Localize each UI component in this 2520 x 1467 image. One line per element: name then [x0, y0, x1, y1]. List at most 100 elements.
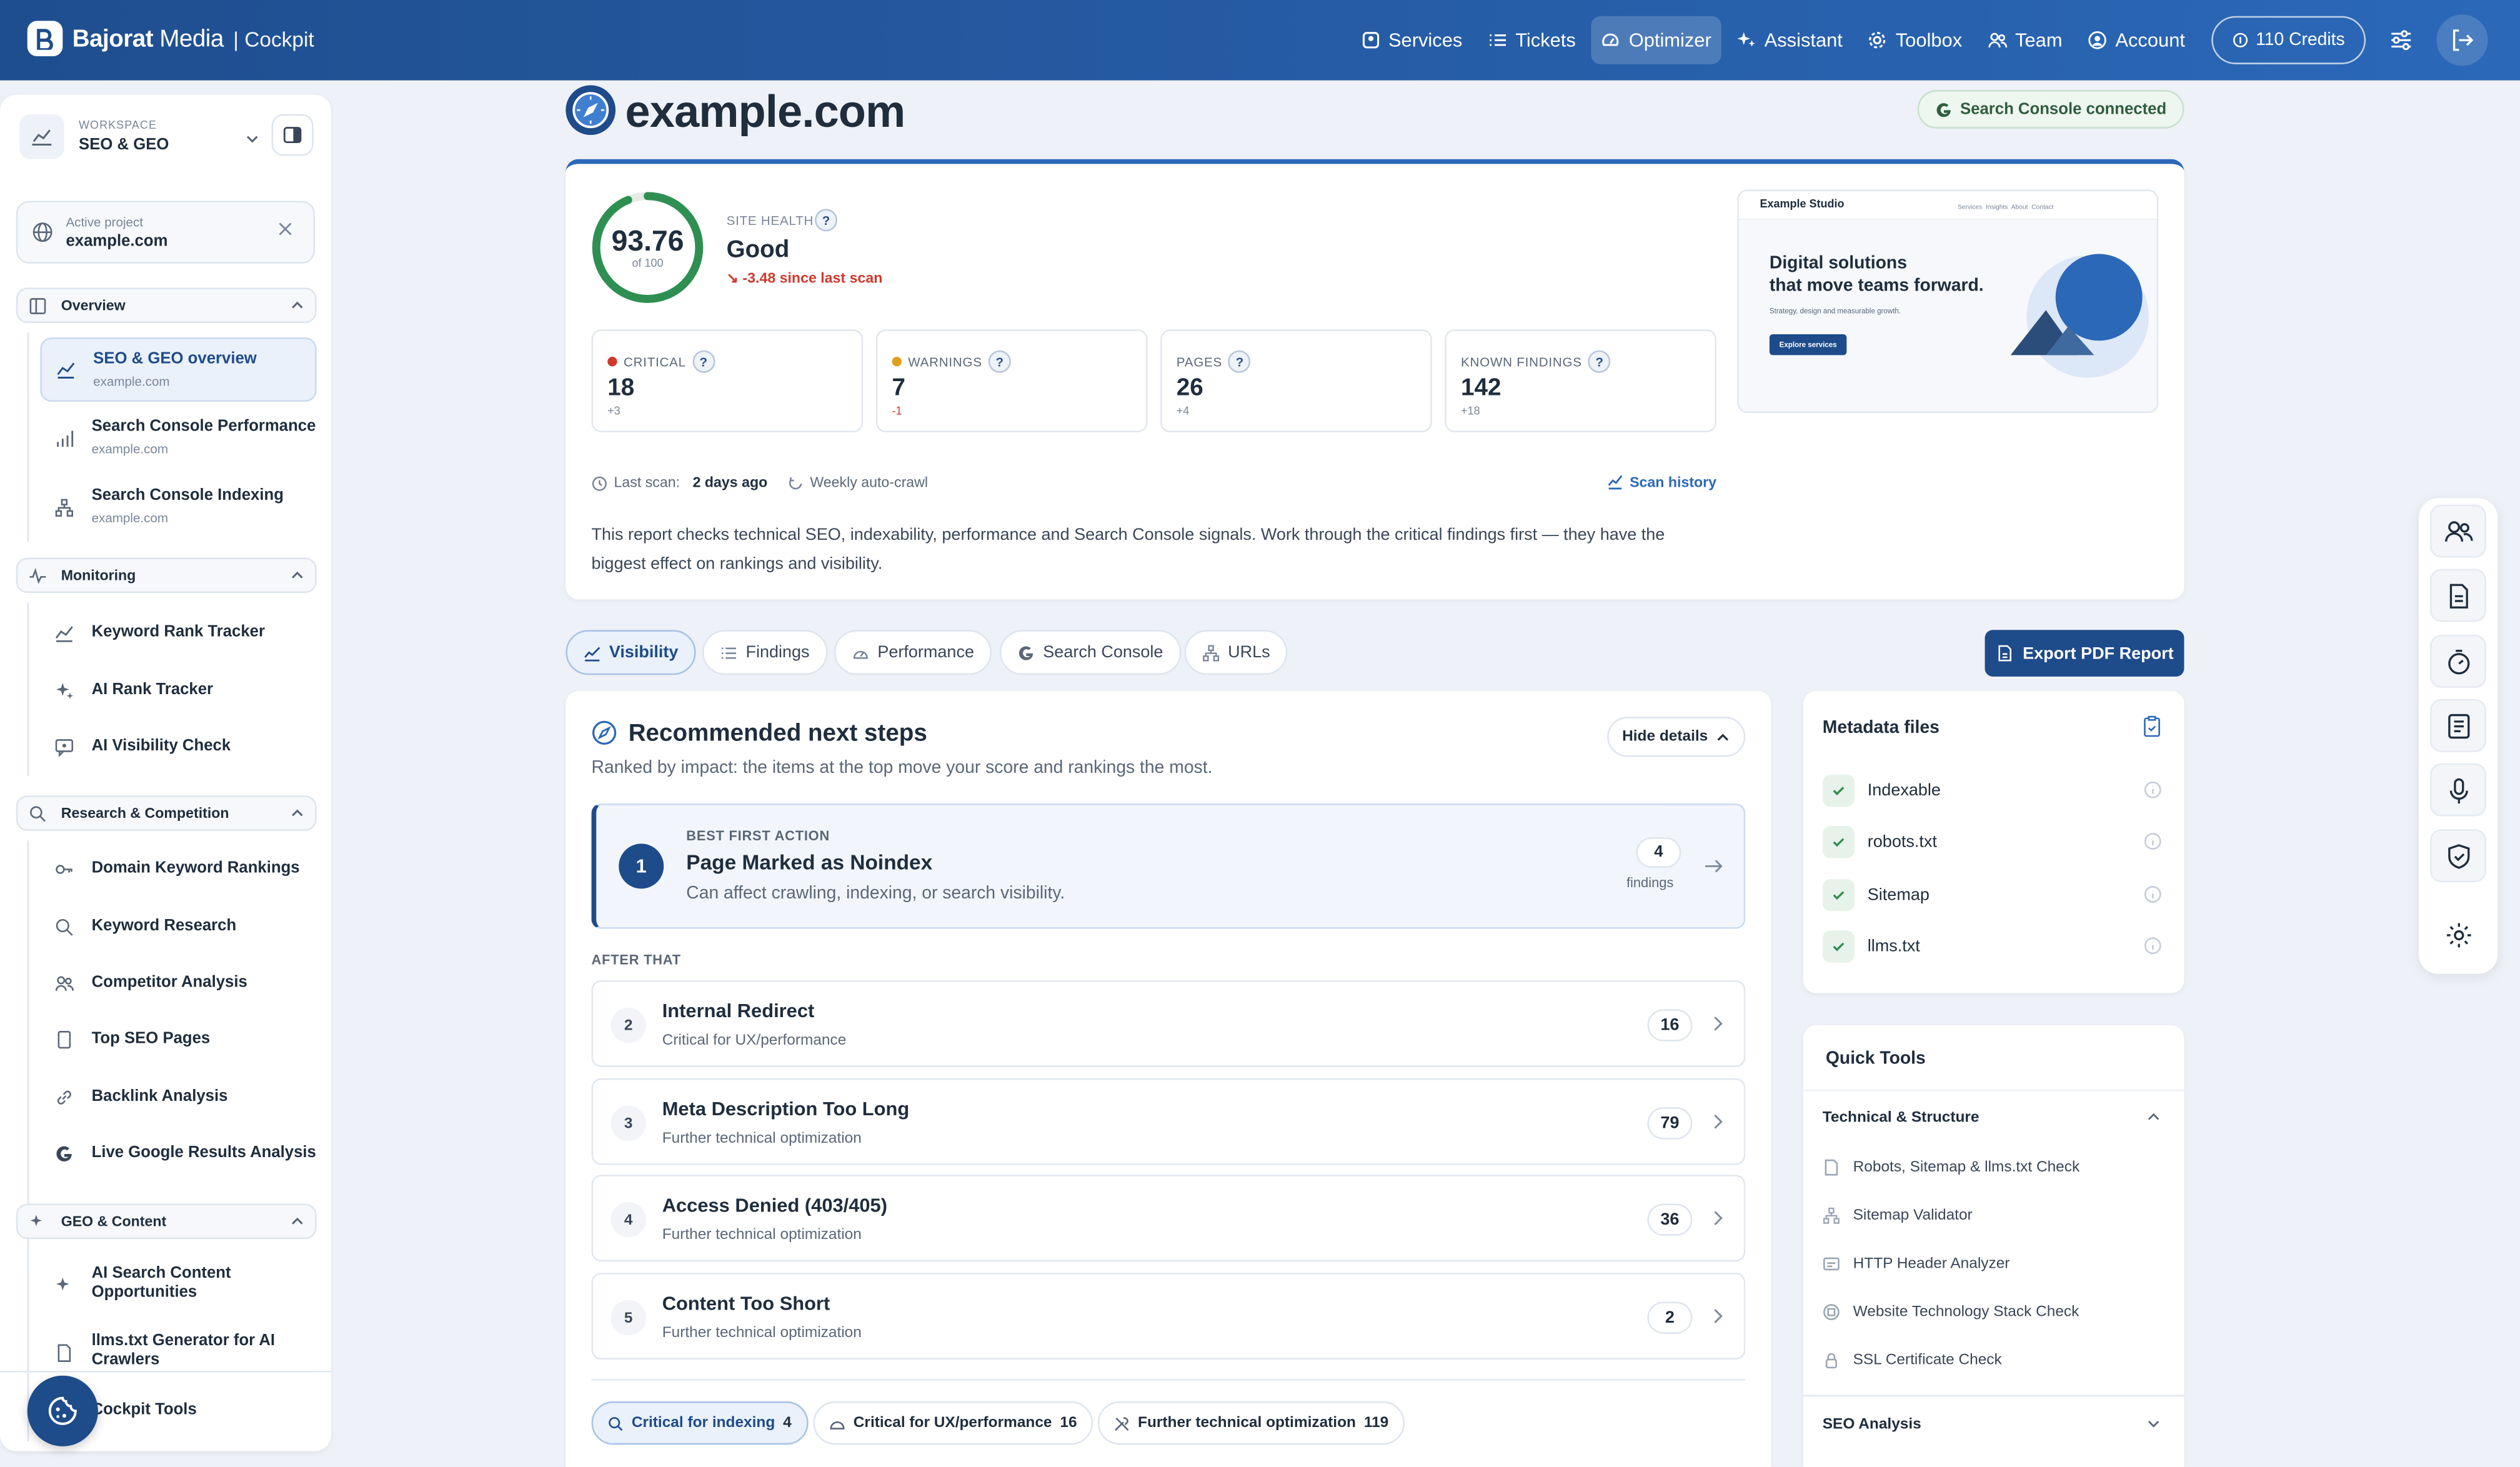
- nav-team[interactable]: Team: [1978, 16, 2072, 64]
- globe-icon: [32, 222, 52, 242]
- chevron-up-icon[interactable]: [2146, 1109, 2162, 1125]
- nav-services[interactable]: Services: [1352, 16, 1472, 64]
- tab-performance[interactable]: Performance: [834, 630, 992, 675]
- cookie-settings-button[interactable]: [27, 1375, 98, 1446]
- search-console-status[interactable]: Search Console connected: [1916, 90, 2184, 129]
- sliders-icon: [2391, 30, 2411, 51]
- stat-warnings[interactable]: WARNINGS? 7 -1: [875, 329, 1148, 432]
- brand-name: Bajorat Media: [72, 24, 224, 52]
- chevron-down-icon[interactable]: [244, 130, 261, 146]
- finding-row[interactable]: 4 Access Denied (403/405) Further techni…: [591, 1175, 1746, 1262]
- sidebar-item-llms-generator[interactable]: llms.txt Generator for AI Crawlers: [40, 1331, 316, 1376]
- sidebar-item-ai-rank-tracker[interactable]: AI Rank Tracker: [40, 674, 316, 709]
- settings-sliders-button[interactable]: [2376, 14, 2427, 66]
- tool-sitemap-validator[interactable]: Sitemap Validator: [1823, 1204, 1973, 1226]
- export-pdf-button[interactable]: Export PDF Report: [1985, 630, 2184, 677]
- section-geo-content[interactable]: GEO & Content: [16, 1203, 317, 1240]
- sidebar-item-keyword-research[interactable]: Keyword Research: [40, 910, 316, 945]
- section-monitoring[interactable]: Monitoring: [16, 557, 317, 594]
- filter-chip-indexing[interactable]: Critical for indexing 4: [591, 1401, 808, 1445]
- finding-row[interactable]: 5 Content Too Short Further technical op…: [591, 1273, 1746, 1360]
- nav-tickets[interactable]: Tickets: [1478, 16, 1585, 64]
- best-first-action[interactable]: 1 BEST FIRST ACTION Page Marked as Noind…: [591, 803, 1746, 929]
- trend-icon: [54, 624, 74, 643]
- info-icon[interactable]: [2144, 781, 2161, 798]
- tool-http-header[interactable]: HTTP Header Analyzer: [1823, 1252, 2010, 1275]
- help-icon[interactable]: ?: [692, 350, 715, 373]
- bar-chart-icon: [54, 429, 74, 449]
- brand-logo[interactable]: Bajorat Media | Cockpit: [27, 21, 314, 57]
- dock-microphone-button[interactable]: [2430, 763, 2487, 817]
- nav-assistant[interactable]: Assistant: [1727, 16, 1852, 64]
- panel-icon: [283, 127, 302, 144]
- dock-settings-button[interactable]: [2430, 908, 2487, 962]
- sidebar-item-keyword-rank-tracker[interactable]: Keyword Rank Tracker: [40, 615, 316, 651]
- tab-visibility[interactable]: Visibility: [565, 630, 696, 675]
- quick-tools-section-technical[interactable]: Technical & Structure: [1823, 1109, 1980, 1126]
- filter-chip-ux-performance[interactable]: Critical for UX/performance 16: [813, 1401, 1093, 1445]
- sidebar-item-seo-overview[interactable]: SEO & GEO overview example.com: [40, 337, 317, 402]
- team-icon: [1988, 32, 2007, 48]
- dock-document-button[interactable]: [2430, 569, 2487, 622]
- filter-chip-technical[interactable]: Further technical optimization 119: [1097, 1401, 1405, 1445]
- clipboard-check-icon[interactable]: [2141, 715, 2163, 738]
- tool-robots-check[interactable]: Robots, Sitemap & llms.txt Check: [1823, 1155, 2079, 1178]
- dock-list-button[interactable]: [2430, 699, 2487, 752]
- chevron-down-icon[interactable]: [2146, 1416, 2162, 1432]
- sidebar-item-search-console-indexing[interactable]: Search Console Indexing example.com: [40, 475, 316, 540]
- sidebar-item-live-google-results[interactable]: Live Google Results Analysis: [40, 1136, 316, 1171]
- tool-tech-stack[interactable]: Website Technology Stack Check: [1823, 1300, 2079, 1323]
- stat-pages[interactable]: PAGES? 26 +4: [1160, 329, 1432, 432]
- stat-known-findings[interactable]: KNOWN FINDINGS? 142 +18: [1445, 329, 1717, 432]
- hide-details-button[interactable]: Hide details: [1607, 717, 1746, 757]
- nav-account[interactable]: Account: [2078, 16, 2194, 64]
- trend-icon: [56, 360, 76, 379]
- collapse-sidebar-button[interactable]: [271, 114, 314, 156]
- activity-icon: [29, 567, 46, 585]
- stat-critical[interactable]: CRITICAL? 18 +3: [591, 329, 864, 432]
- info-icon[interactable]: [2144, 832, 2161, 850]
- sidebar-item-ai-search-content[interactable]: AI Search Content Opportunities: [40, 1263, 316, 1308]
- site-preview[interactable]: Example Studio Services Insights About C…: [1737, 189, 2159, 414]
- info-icon[interactable]: [2144, 937, 2161, 955]
- workspace-switcher[interactable]: WORKSPACE SEO & GEO: [16, 111, 315, 162]
- nav-toolbox[interactable]: Toolbox: [1859, 16, 1972, 64]
- quick-tools-section-seo[interactable]: SEO Analysis: [1823, 1416, 1921, 1433]
- help-icon[interactable]: ?: [1228, 350, 1252, 373]
- section-research-competition[interactable]: Research & Competition: [16, 795, 317, 831]
- sidebar-item-ai-visibility-check[interactable]: AI Visibility Check: [40, 730, 316, 765]
- sidebar-item-search-console-performance[interactable]: Search Console Performance example.com: [40, 407, 316, 471]
- trend-icon: [1608, 475, 1623, 490]
- close-icon[interactable]: [276, 220, 294, 237]
- info-icon[interactable]: [2144, 885, 2161, 903]
- credits-button[interactable]: 110 Credits: [2211, 16, 2366, 64]
- scan-history-link[interactable]: Scan history: [1607, 474, 1716, 490]
- sidebar-item-backlink-analysis[interactable]: Backlink Analysis: [40, 1080, 316, 1115]
- tab-urls[interactable]: URLs: [1184, 630, 1288, 675]
- dock-team-button[interactable]: [2430, 504, 2487, 558]
- logout-button[interactable]: [2436, 14, 2488, 66]
- section-overview[interactable]: Overview: [16, 287, 317, 323]
- chart-icon: [19, 114, 64, 159]
- finding-row[interactable]: 2 Internal Redirect Critical for UX/perf…: [591, 980, 1746, 1067]
- tab-search-console[interactable]: Search Console: [999, 630, 1181, 675]
- tab-findings[interactable]: Findings: [702, 630, 827, 675]
- help-icon[interactable]: ?: [989, 350, 1012, 373]
- sidebar-item-competitor-analysis[interactable]: Competitor Analysis: [40, 966, 316, 1002]
- dock-timer-button[interactable]: [2430, 634, 2487, 688]
- help-icon[interactable]: ?: [1588, 350, 1611, 373]
- active-project[interactable]: Active project example.com: [16, 201, 316, 264]
- tools-icon: [1115, 1416, 1129, 1430]
- sidebar-item-domain-keyword-rankings[interactable]: Domain Keyword Rankings: [40, 852, 316, 887]
- sidebar-item-top-seo-pages[interactable]: Top SEO Pages: [40, 1022, 316, 1058]
- help-icon[interactable]: ?: [815, 209, 838, 232]
- finding-row[interactable]: 3 Meta Description Too Long Further tech…: [591, 1078, 1746, 1165]
- chevron-right-icon: [1714, 1017, 1723, 1031]
- gear-icon: [2446, 922, 2471, 947]
- tool-ssl-check[interactable]: SSL Certificate Check: [1823, 1348, 2002, 1371]
- sitemap-icon: [1823, 1206, 1840, 1223]
- nav-optimizer[interactable]: Optimizer: [1591, 16, 1721, 64]
- toolbox-icon: [1870, 32, 1886, 49]
- findings-count: 4: [1636, 837, 1681, 868]
- dock-shield-button[interactable]: [2430, 829, 2487, 883]
